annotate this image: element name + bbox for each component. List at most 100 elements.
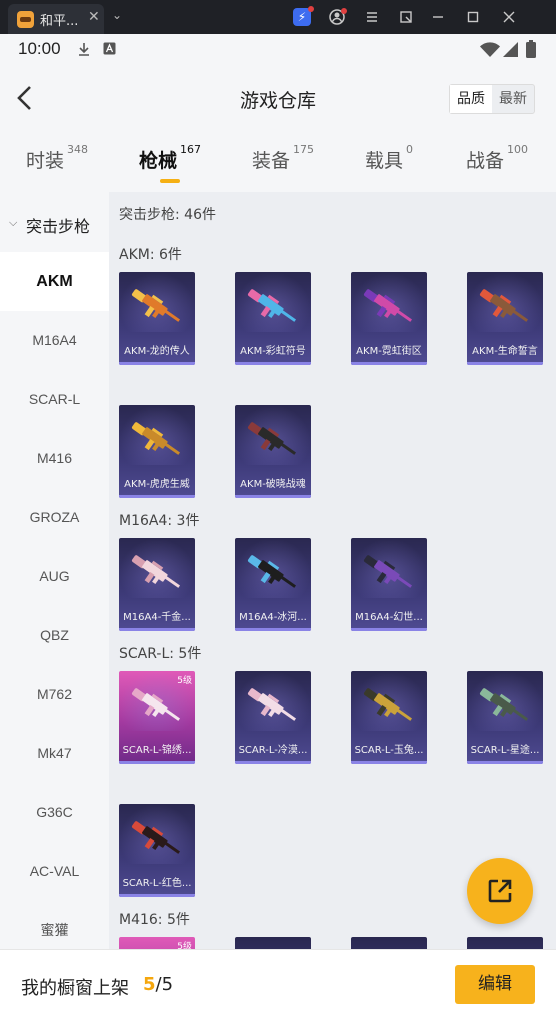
weapon-card[interactable]: M16A4-冰河... — [235, 538, 311, 631]
tab-title: 和平... — [40, 14, 79, 29]
weapon-card[interactable]: AKM-虎虎生威 — [119, 405, 195, 498]
weapon-name: M16A4-冰河... — [239, 612, 307, 623]
tab-dropdown-icon[interactable]: ⌄ — [112, 8, 122, 22]
minimize-icon[interactable] — [429, 8, 447, 26]
weapon-card[interactable]: SCAR-L-玉兔... — [351, 671, 427, 764]
section-title-scar-l: SCAR-L: 5件 — [119, 646, 202, 662]
sidebar-item-mk47[interactable]: Mk47 — [0, 724, 109, 783]
tab-supplies[interactable]: 战备100 — [466, 143, 528, 173]
weapon-name: SCAR-L-星途... — [470, 745, 540, 756]
browser-title-bar: 和平... ✕ ⌄ ⚡ — [0, 0, 556, 34]
sidebar-item-groza[interactable]: GROZA — [0, 488, 109, 547]
section-title-m416: M416: 5件 — [119, 912, 190, 928]
weapon-card[interactable]: AKM-霓虹街区 — [351, 272, 427, 365]
showcase-current: 5 — [143, 974, 156, 995]
section-title-akm: AKM: 6件 — [119, 247, 182, 263]
weapon-name: SCAR-L-红色... — [122, 878, 192, 889]
maximize-icon[interactable] — [464, 8, 482, 26]
weapon-grid-panel: 突击步枪: 46件 AKM: 6件 AKM-龙的传人 AKM-彩虹符号 AKM-… — [109, 192, 556, 949]
tab-close-icon[interactable]: ✕ — [88, 9, 100, 25]
category-summary: 突击步枪: 46件 — [119, 207, 216, 223]
rifle-icon — [127, 282, 187, 332]
weapon-card[interactable]: AKM-破晓战魂 — [235, 405, 311, 498]
rifle-icon — [475, 681, 535, 731]
weapon-card[interactable]: AKM-彩虹符号 — [235, 272, 311, 365]
weapon-name: AKM-虎虎生威 — [124, 479, 190, 490]
edit-button[interactable]: 编辑 — [455, 965, 535, 1004]
sort-option-newest[interactable]: 最新 — [492, 85, 534, 113]
battery-icon — [526, 40, 536, 58]
screenshot-icon[interactable] — [397, 8, 415, 26]
status-bar: 10:00 — [0, 34, 556, 64]
status-time: 10:00 — [18, 39, 61, 58]
sidebar-item-aug[interactable]: AUG — [0, 547, 109, 606]
rifle-icon — [127, 415, 187, 465]
showcase-label: 我的橱窗上架 — [21, 978, 129, 999]
section-title-m16a4: M16A4: 3件 — [119, 513, 200, 529]
rifle-icon — [359, 681, 419, 731]
active-tab-indicator — [160, 179, 180, 183]
close-window-icon[interactable] — [500, 8, 518, 26]
weapon-name: M16A4-幻世... — [355, 612, 423, 623]
rarity-bar — [235, 761, 311, 764]
weapon-card[interactable]: SCAR-L-红色... — [119, 804, 195, 897]
weapon-name: M16A4-千金... — [123, 612, 191, 623]
tab-weapons[interactable]: 枪械167 — [139, 143, 202, 173]
weapon-card[interactable]: 5级 SCAR-L-锦绣... — [119, 671, 195, 764]
weapon-card[interactable]: SCAR-L-星途... — [467, 671, 543, 764]
bottom-bar: 我的橱窗上架 5/5 编辑 — [0, 949, 556, 1019]
rifle-icon — [359, 548, 419, 598]
share-button[interactable] — [467, 858, 533, 924]
sidebar-item-g36c[interactable]: G36C — [0, 783, 109, 842]
external-link-icon — [488, 879, 512, 903]
weapon-name: AKM-龙的传人 — [124, 346, 190, 357]
sidebar-item-qbz[interactable]: QBZ — [0, 606, 109, 665]
tab-outfits[interactable]: 时装348 — [26, 143, 89, 173]
weapon-card[interactable]: M16A4-千金... — [119, 538, 195, 631]
tab-equipment[interactable]: 装备175 — [252, 143, 314, 173]
weapon-sidebar: ⌵ 突击步枪 AKM M16A4 SCAR-L M416 GROZA AUG Q… — [0, 192, 109, 949]
tab-count: 348 — [67, 143, 89, 156]
rifle-icon — [243, 415, 303, 465]
rarity-bar — [235, 495, 311, 498]
weapon-card[interactable]: SCAR-L-冷漠... — [235, 671, 311, 764]
sort-option-quality[interactable]: 品质 — [450, 85, 492, 113]
tab-vehicles[interactable]: 载具0 — [365, 143, 413, 173]
sidebar-category-header[interactable]: ⌵ 突击步枪 — [0, 192, 109, 252]
weapon-card[interactable]: 5级 — [119, 937, 195, 949]
rarity-bar — [467, 362, 543, 365]
tab-label: 装备 — [252, 150, 291, 172]
category-tabs: 时装348 枪械167 装备175 载具0 战备100 — [0, 132, 556, 192]
rifle-icon — [127, 548, 187, 598]
download-icon — [79, 43, 89, 56]
sort-toggle: 品质 最新 — [449, 84, 535, 114]
tab-label: 战备 — [466, 150, 505, 172]
weapon-card[interactable] — [351, 937, 427, 949]
app-icon — [17, 11, 34, 28]
rifle-icon — [127, 681, 187, 731]
weapon-name: AKM-生命誓言 — [472, 346, 538, 357]
extension-icon[interactable]: ⚡ — [293, 6, 314, 26]
weapon-card[interactable]: AKM-龙的传人 — [119, 272, 195, 365]
weapon-card[interactable] — [467, 937, 543, 949]
sidebar-item-honey-badger[interactable]: 蜜獾 — [0, 901, 109, 949]
sidebar-item-scar-l[interactable]: SCAR-L — [0, 370, 109, 429]
tab-label: 枪械 — [139, 150, 178, 172]
sidebar-item-akm[interactable]: AKM — [0, 252, 109, 311]
weapon-card[interactable] — [235, 937, 311, 949]
weapon-card[interactable]: M16A4-幻世... — [351, 538, 427, 631]
browser-tab[interactable]: 和平... ✕ — [8, 4, 104, 34]
rarity-bar — [351, 761, 427, 764]
sidebar-item-m416[interactable]: M416 — [0, 429, 109, 488]
sidebar-item-ac-val[interactable]: AC-VAL — [0, 842, 109, 901]
rarity-bar — [235, 362, 311, 365]
tab-count: 167 — [180, 143, 202, 156]
sidebar-item-m16a4[interactable]: M16A4 — [0, 311, 109, 370]
account-icon[interactable] — [328, 8, 347, 26]
weapon-card[interactable]: AKM-生命誓言 — [467, 272, 543, 365]
signal-icon — [503, 42, 518, 57]
sidebar-item-m762[interactable]: M762 — [0, 665, 109, 724]
menu-icon[interactable] — [363, 8, 381, 26]
page-header: 游戏仓库 品质 最新 — [0, 64, 556, 132]
keyboard-a-icon — [103, 42, 116, 55]
